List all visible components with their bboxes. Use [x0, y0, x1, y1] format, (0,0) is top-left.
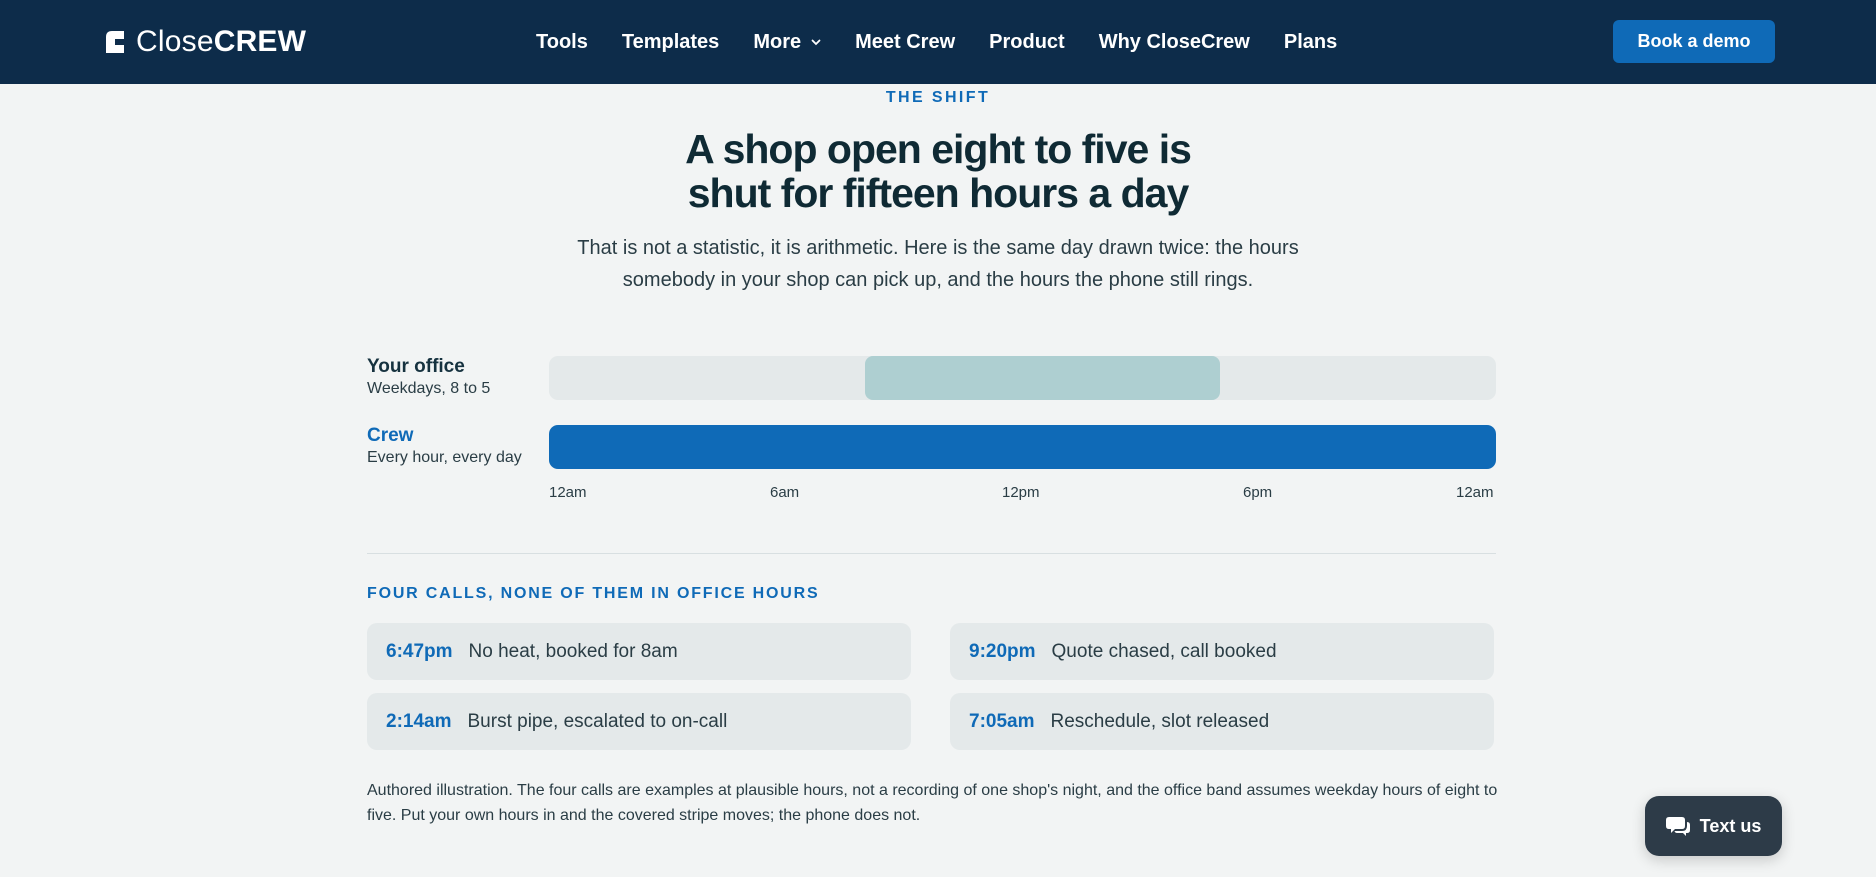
- text-us-chat-button[interactable]: Text us: [1645, 796, 1782, 856]
- chat-label: Text us: [1699, 815, 1762, 836]
- nav-link-meet-crew[interactable]: Meet Crew: [855, 31, 955, 54]
- chevron-down-icon: [811, 39, 821, 46]
- nav-links: Tools Templates More Meet Crew Product W…: [536, 0, 1371, 84]
- book-demo-button[interactable]: Book a demo: [1613, 20, 1775, 63]
- chat-bubble-icon: [1665, 817, 1690, 836]
- headline-line-1: A shop open eight to five is: [685, 126, 1192, 172]
- tick-label: 12pm: [1002, 484, 1040, 501]
- closecrew-logo[interactable]: CloseCREW: [104, 26, 306, 58]
- nav-link-tools[interactable]: Tools: [536, 31, 588, 54]
- call-time: 6:47pm: [386, 640, 453, 662]
- call-time: 9:20pm: [969, 640, 1036, 662]
- call-description: Quote chased, call booked: [1051, 640, 1277, 662]
- nav-link-why-closecrew[interactable]: Why CloseCrew: [1099, 31, 1250, 54]
- tick-label: 6am: [770, 484, 800, 501]
- office-row-label: Your office Weekdays, 8 to 5: [367, 356, 490, 400]
- call-card: 9:20pm Quote chased, call booked: [950, 623, 1494, 680]
- call-description: Reschedule, slot released: [1050, 710, 1270, 732]
- call-time: 7:05am: [969, 710, 1035, 732]
- office-hours-band: [864, 356, 1220, 400]
- top-navigation: CloseCREW Tools Templates More Meet Crew…: [0, 0, 1876, 84]
- nav-link-templates[interactable]: Templates: [622, 31, 719, 54]
- call-card: 6:47pm No heat, booked for 8am: [367, 623, 911, 680]
- nav-link-product[interactable]: Product: [989, 31, 1065, 54]
- closecrew-logo-icon: [106, 31, 124, 53]
- crew-hours-track: [549, 425, 1496, 469]
- crew-row-label: Crew Every hour, every day: [367, 425, 522, 469]
- tick-label: 6pm: [1243, 484, 1273, 501]
- crew-row-sub: Every hour, every day: [367, 449, 522, 466]
- intro-paragraph: That is not a statistic, it is arithmeti…: [577, 237, 1299, 291]
- office-row-sub: Weekdays, 8 to 5: [367, 380, 491, 397]
- page-title: A shop open eight to five is shut for fi…: [538, 127, 1338, 215]
- call-card: 7:05am Reschedule, slot released: [950, 693, 1494, 750]
- calls-heading: FOUR CALLS, NONE OF THEM IN OFFICE HOURS: [367, 585, 820, 602]
- crew-row-name: Crew: [367, 425, 414, 446]
- nav-link-more[interactable]: More: [753, 31, 821, 54]
- tick-label: 12am: [549, 484, 587, 501]
- call-card: 2:14am Burst pipe, escalated to on-call: [367, 693, 911, 750]
- nav-link-plans[interactable]: Plans: [1284, 31, 1337, 54]
- illustration-footnote: Authored illustration. The four calls ar…: [367, 782, 1498, 824]
- section-eyebrow: THE SHIFT: [885, 89, 991, 106]
- headline-line-2: shut for fifteen hours a day: [687, 170, 1189, 216]
- nav-link-more-label: More: [753, 30, 802, 53]
- call-time: 2:14am: [386, 710, 452, 732]
- tick-label: 12am: [1456, 484, 1494, 501]
- office-row-name: Your office: [367, 356, 465, 377]
- logo-wordmark: CloseCREW: [136, 25, 307, 58]
- call-description: Burst pipe, escalated to on-call: [467, 710, 728, 732]
- call-description: No heat, booked for 8am: [468, 640, 678, 662]
- office-hours-track: [549, 356, 1496, 400]
- section-divider: [367, 553, 1496, 554]
